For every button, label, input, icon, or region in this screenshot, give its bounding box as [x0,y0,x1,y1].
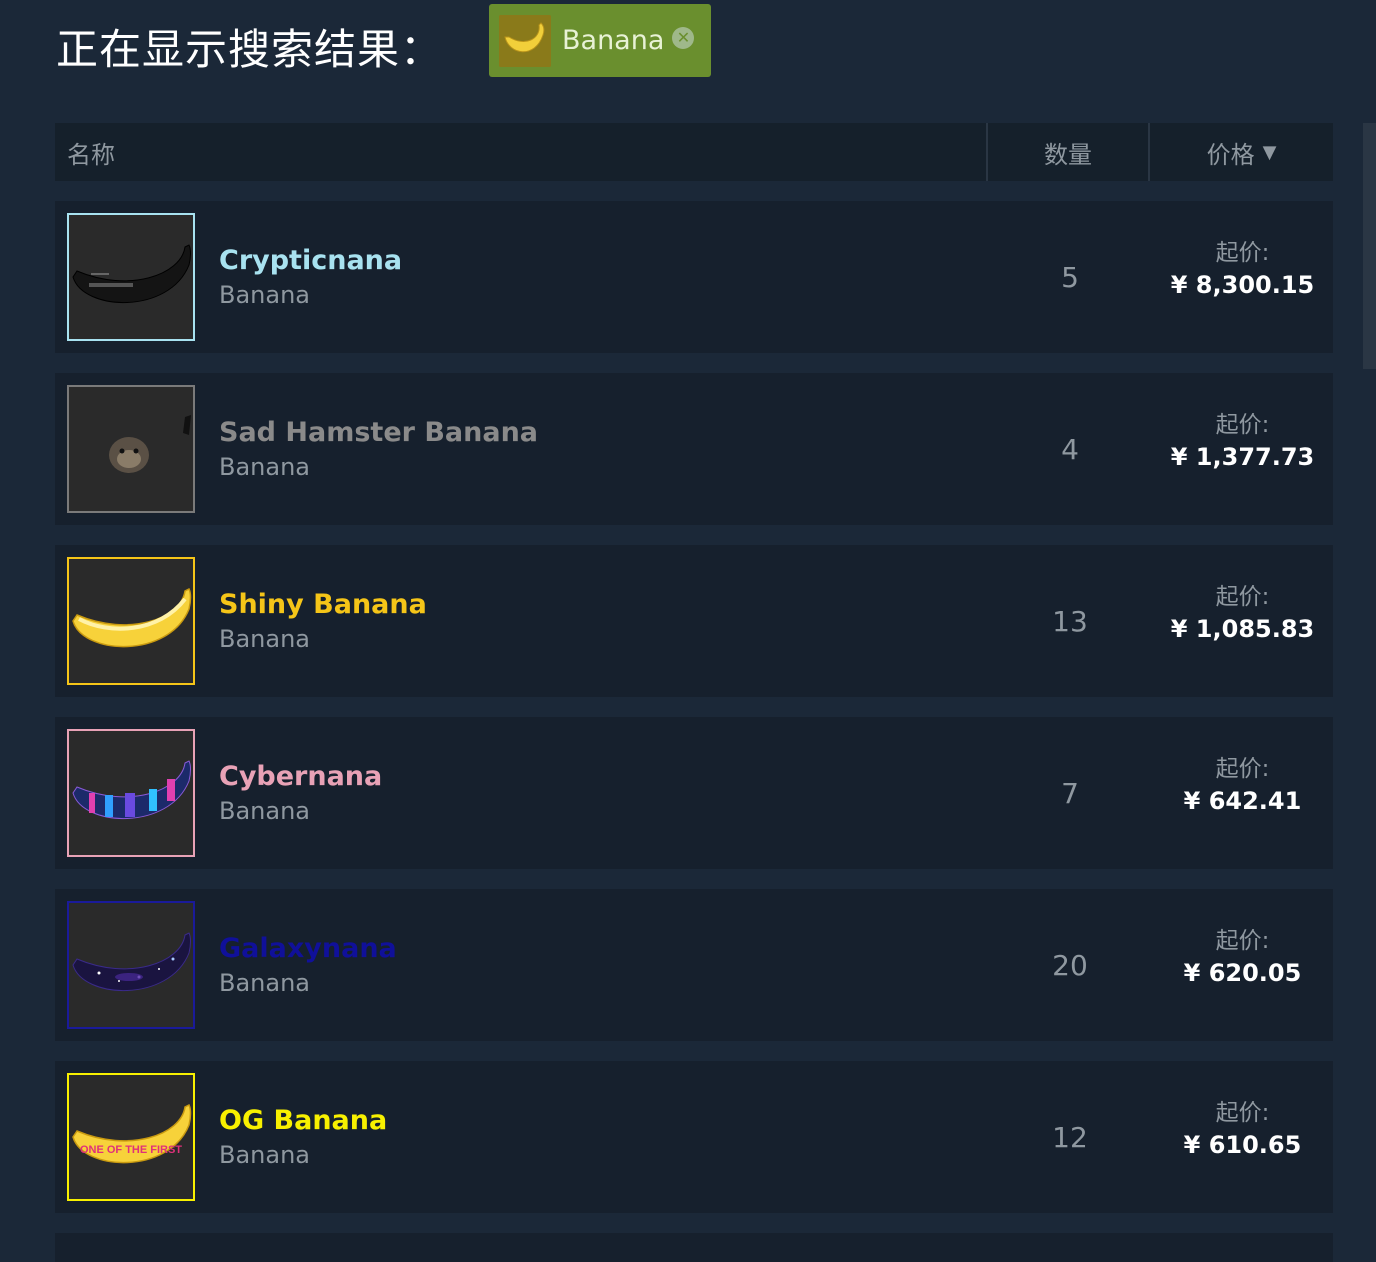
item-price-block: 起价: ¥ 1,377.73 [1152,405,1333,471]
item-image: ONE OF THE FIRST [69,1075,193,1199]
column-header-price-label: 价格 [1206,140,1255,169]
page-title: 正在显示搜索结果： [56,25,444,74]
sort-descending-icon: ▼ [1262,141,1277,163]
og-banner-text: ONE OF THE FIRST [80,1144,182,1156]
item-quantity: 5 [1061,260,1079,294]
item-quantity: 20 [1052,948,1088,982]
item-image [69,903,193,1027]
item-name[interactable]: OG Banana [219,1105,387,1136]
table-row[interactable]: Sad Hamster Banana Banana 4 起价: ¥ 1,377.… [55,373,1333,525]
column-header-name[interactable]: 名称 [55,123,988,181]
close-icon[interactable]: ✕ [672,26,695,49]
item-game: Banana [219,797,311,825]
price-label: 起价: [1215,240,1270,266]
item-quantity: 7 [1061,776,1079,810]
table-row[interactable]: Shiny Banana Banana 13 起价: ¥ 1,085.83 [55,545,1333,697]
item-quantity: 12 [1052,1120,1088,1154]
item-name[interactable]: Galaxynana [219,933,397,964]
item-game: Banana [219,281,311,309]
item-thumbnail[interactable] [67,729,195,857]
item-thumbnail[interactable]: ONE OF THE FIRST [67,1073,195,1201]
price-label: 起价: [1215,928,1270,954]
table-row[interactable]: Crypticnana Banana 5 起价: ¥ 8,300.15 [55,201,1333,353]
item-thumbnail[interactable] [67,557,195,685]
item-price-block: 起价: ¥ 8,300.15 [1152,233,1333,299]
item-quantity: 4 [1061,432,1079,466]
column-header-quantity[interactable]: 数量 [988,123,1150,181]
banana-icon [499,14,551,67]
item-price-block: 起价: ¥ 642.41 [1152,749,1333,815]
price-label: 起价: [1215,756,1270,782]
item-game: Banana [219,1141,311,1169]
table-row[interactable] [55,1233,1333,1262]
item-name[interactable]: Shiny Banana [219,589,427,620]
scrollbar[interactable] [1363,123,1376,369]
item-image [69,215,193,339]
table-row[interactable]: Galaxynana Banana 20 起价: ¥ 620.05 [55,889,1333,1041]
price-label: 起价: [1215,1100,1270,1126]
item-name[interactable]: Crypticnana [219,245,402,276]
item-price-block: 起价: ¥ 620.05 [1152,921,1333,987]
table-header: 名称 数量 价格 ▼ [55,123,1333,181]
item-image [69,559,193,683]
table-row[interactable]: ONE OF THE FIRST OG Banana Banana 12 起价:… [55,1061,1333,1213]
item-game: Banana [219,453,311,481]
price-label: 起价: [1215,584,1270,610]
item-image [69,387,193,511]
item-game: Banana [219,969,311,997]
price-value: ¥ 1,085.83 [1170,615,1315,643]
item-thumbnail[interactable] [67,901,195,1029]
price-value: ¥ 8,300.15 [1170,271,1315,299]
item-thumbnail[interactable] [67,385,195,513]
item-thumbnail[interactable] [67,213,195,341]
item-game: Banana [219,625,311,653]
item-quantity: 13 [1052,604,1088,638]
price-value: ¥ 610.65 [1183,1131,1302,1159]
price-value: ¥ 642.41 [1183,787,1302,815]
item-price-block: 起价: ¥ 610.65 [1152,1093,1333,1159]
price-label: 起价: [1215,412,1270,438]
filter-label: Banana [562,25,665,56]
price-value: ¥ 1,377.73 [1170,443,1315,471]
column-header-price[interactable]: 价格 ▼ [1150,123,1333,181]
item-name[interactable]: Cybernana [219,761,382,792]
item-price-block: 起价: ¥ 1,085.83 [1152,577,1333,643]
search-filter-chip[interactable]: Banana ✕ [489,4,711,77]
table-row[interactable]: Cybernana Banana 7 起价: ¥ 642.41 [55,717,1333,869]
price-value: ¥ 620.05 [1183,959,1302,987]
item-name[interactable]: Sad Hamster Banana [219,417,538,448]
item-image [69,731,193,855]
